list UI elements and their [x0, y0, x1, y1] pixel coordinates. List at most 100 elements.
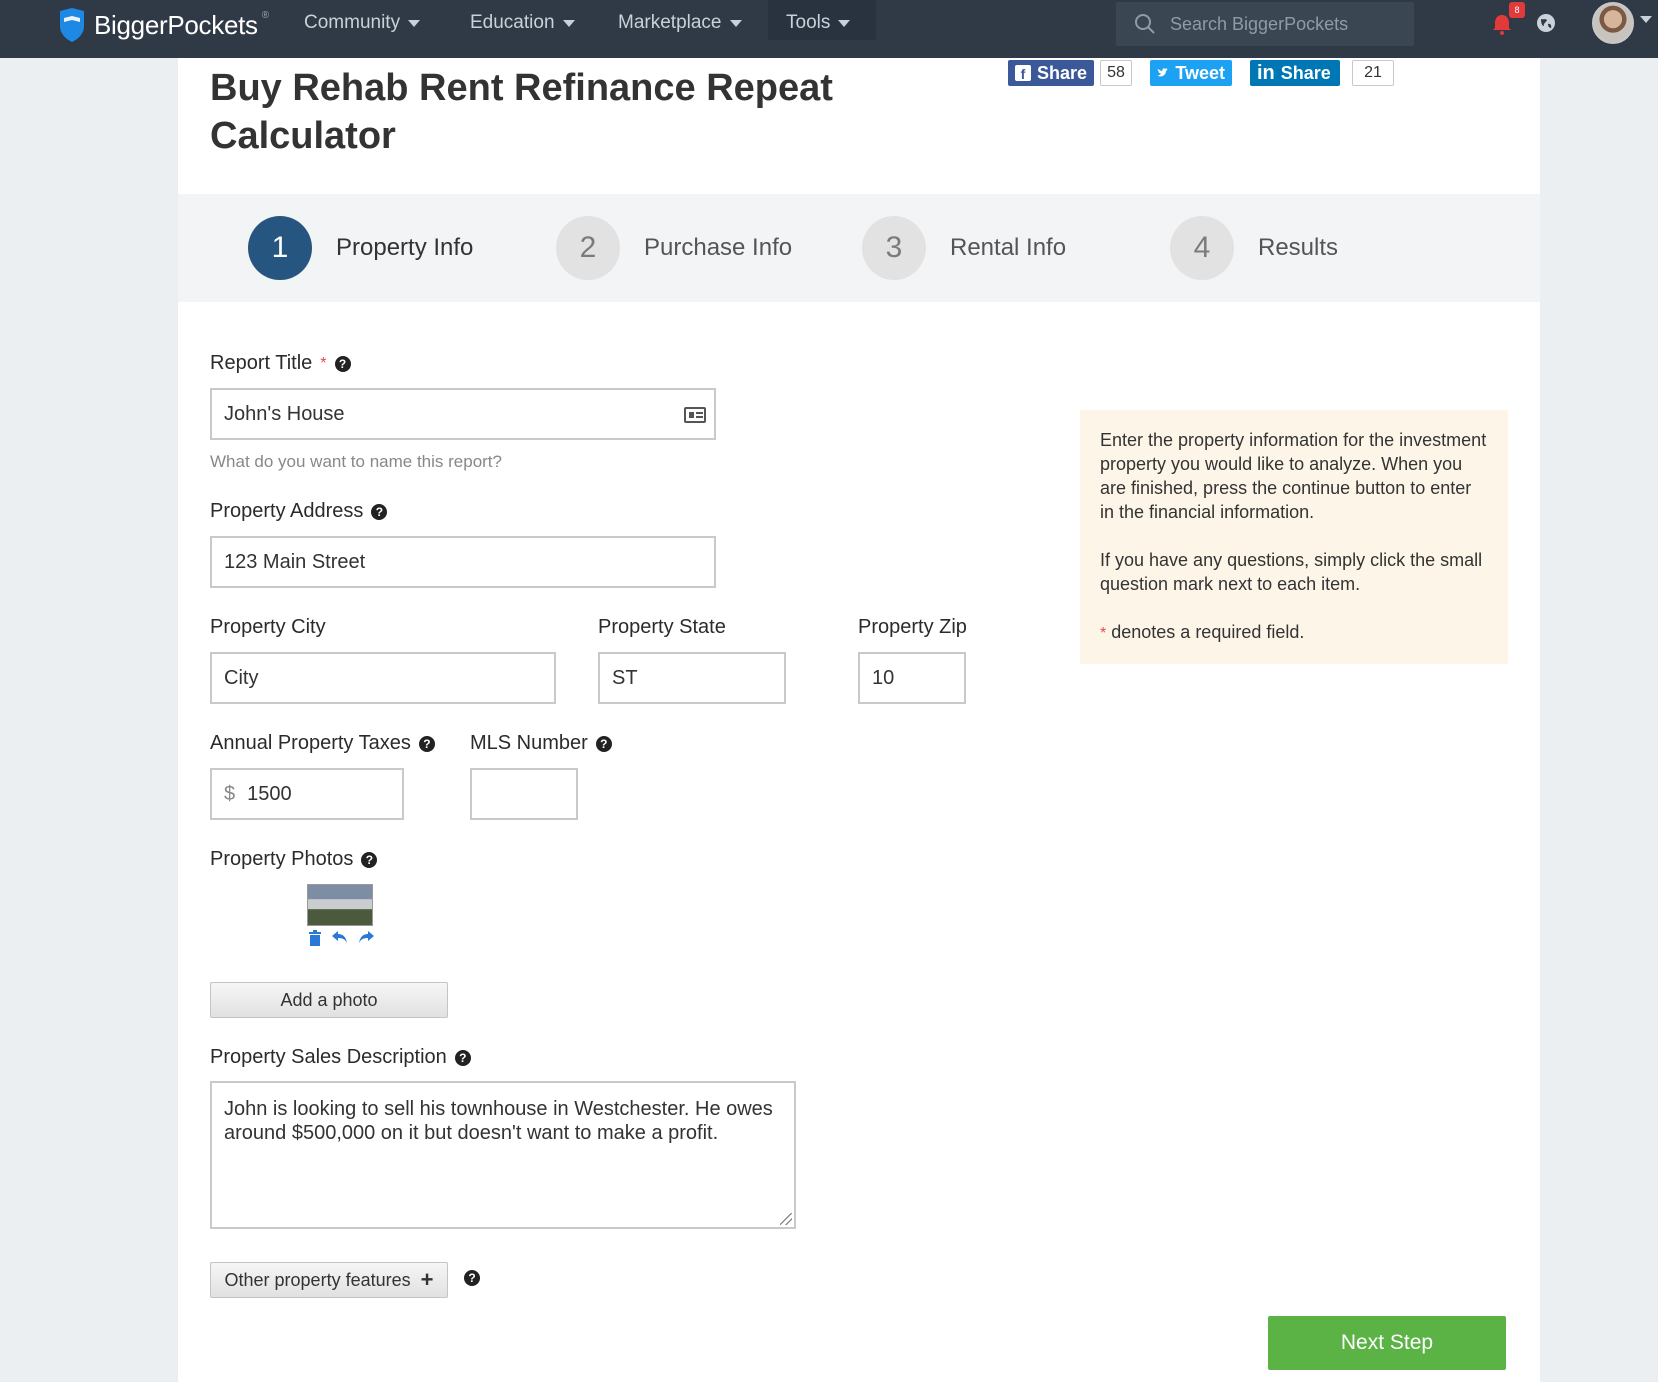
resize-handle-icon[interactable] [780, 1213, 792, 1225]
report-title-value: John's House [224, 402, 345, 425]
property-city-input[interactable]: City [210, 652, 556, 704]
plus-icon: + [420, 1267, 434, 1292]
property-zip-input[interactable]: 10 [858, 652, 966, 704]
next-step-button[interactable]: Next Step [1268, 1316, 1506, 1370]
help-icon[interactable]: ? [454, 1049, 471, 1066]
mls-number-label: MLS Number ? [470, 732, 612, 755]
brand-logo[interactable]: BiggerPockets ® [58, 8, 273, 42]
page-title: Buy Rehab Rent Refinance Repeat Calculat… [210, 67, 833, 157]
property-state-label-text: Property State [598, 616, 726, 638]
contact-card-icon[interactable] [684, 407, 706, 423]
instructions-paragraph: Enter the property information for the i… [1100, 430, 1487, 522]
sales-description-value: John is looking to sell his townhouse in… [224, 1098, 773, 1144]
calculator-card: Buy Rehab Rent Refinance Repeat Calculat… [178, 58, 1540, 1382]
step-number: 4 [1170, 216, 1234, 280]
property-zip-value: 10 [872, 666, 895, 689]
required-note-text: denotes a required field. [1111, 622, 1305, 642]
nav-tools[interactable]: Tools [786, 10, 851, 36]
mls-number-label-text: MLS Number [470, 732, 588, 754]
property-address-value: 123 Main Street [224, 550, 366, 573]
other-features-button[interactable]: Other property features + [210, 1262, 448, 1298]
linkedin-share-button[interactable]: in Share [1250, 60, 1340, 86]
search-placeholder: Search BiggerPockets [1170, 13, 1349, 34]
help-icon[interactable]: ? [595, 735, 612, 752]
sales-description-label: Property Sales Description ? [210, 1046, 471, 1069]
help-icon[interactable]: ? [371, 503, 388, 520]
step-number: 1 [248, 216, 312, 280]
nav-community[interactable]: Community [304, 10, 421, 36]
property-city-label: Property City [210, 616, 326, 639]
rotate-left-icon[interactable] [332, 930, 348, 944]
property-photos-label-text: Property Photos [210, 848, 354, 870]
help-icon[interactable]: ? [464, 1270, 480, 1286]
step-number: 3 [862, 216, 926, 280]
step-number: 2 [556, 216, 620, 280]
other-features-label: Other property features [224, 1269, 411, 1290]
mls-number-input[interactable] [470, 768, 578, 820]
help-icon[interactable]: ? [361, 851, 378, 868]
chevron-down-icon [408, 19, 421, 27]
property-zip-label-text: Property Zip [858, 616, 967, 638]
add-photo-button[interactable]: Add a photo [210, 982, 448, 1018]
property-state-input[interactable]: ST [598, 652, 786, 704]
property-photo-thumbnail[interactable] [307, 884, 373, 926]
step-label: Property Info [336, 234, 474, 261]
linkedin-icon: in [1257, 61, 1275, 84]
annual-taxes-value: 1500 [247, 782, 292, 805]
trash-icon[interactable] [308, 930, 322, 946]
step-label: Purchase Info [644, 234, 793, 261]
chevron-down-icon [838, 19, 851, 27]
property-state-label: Property State [598, 616, 726, 639]
report-title-label: Report Title * ? [210, 352, 351, 375]
search-icon [1135, 14, 1155, 34]
linkedin-share-count: 21 [1352, 60, 1394, 86]
help-icon[interactable]: ? [334, 355, 351, 372]
facebook-share-count: 58 [1100, 60, 1132, 86]
nav-marketplace[interactable]: Marketplace [618, 10, 742, 36]
rotate-right-icon[interactable] [358, 930, 374, 944]
top-navigation: BiggerPockets ® Community Education Mark… [0, 0, 1658, 58]
step-rental-info[interactable]: 3 Rental Info [862, 216, 1066, 280]
linkedin-share-label: Share [1280, 62, 1331, 83]
property-state-value: ST [612, 666, 638, 689]
step-label: Results [1258, 234, 1339, 261]
facebook-share-label: Share [1036, 62, 1087, 83]
search-input[interactable]: Search BiggerPockets [1116, 2, 1414, 46]
step-property-info[interactable]: 1 Property Info [248, 216, 473, 280]
step-results[interactable]: 4 Results [1170, 216, 1338, 280]
property-address-label: Property Address ? [210, 500, 388, 523]
step-purchase-info[interactable]: 2 Purchase Info [556, 216, 792, 280]
report-title-input[interactable]: John's House [210, 388, 716, 440]
annual-taxes-label: Annual Property Taxes ? [210, 732, 435, 755]
required-marker: * [1100, 625, 1107, 642]
property-address-input[interactable]: 123 Main Street [210, 536, 716, 588]
user-avatar[interactable] [1592, 2, 1634, 44]
step-progress: 1 Property Info 2 Purchase Info 3 Rental… [178, 194, 1540, 302]
chevron-down-icon [562, 19, 575, 27]
help-icon[interactable]: ? [418, 735, 435, 752]
sales-description-textarea[interactable]: John is looking to sell his townhouse in… [210, 1081, 796, 1229]
annual-taxes-input[interactable]: $ 1500 [210, 768, 404, 820]
chevron-down-icon[interactable] [1640, 16, 1652, 23]
twitter-tweet-button[interactable]: Tweet [1150, 60, 1232, 86]
instructions-paragraph: If you have any questions, simply click … [1100, 550, 1483, 594]
sales-description-label-text: Property Sales Description [210, 1046, 447, 1068]
brand-name: BiggerPockets [94, 9, 258, 40]
nav-education[interactable]: Education [470, 10, 575, 36]
twitter-tweet-label: Tweet [1175, 62, 1225, 83]
property-zip-label: Property Zip [858, 616, 967, 639]
nav-community-label: Community [304, 12, 401, 33]
dollar-prefix: $ [224, 782, 236, 805]
globe-icon[interactable] [1535, 12, 1557, 34]
nav-tools-label: Tools [786, 12, 831, 33]
instructions-panel: Enter the property information for the i… [1080, 410, 1508, 664]
shield-logo-icon [60, 8, 84, 42]
property-city-value: City [224, 666, 259, 689]
facebook-icon: f [1015, 65, 1031, 82]
required-marker: * [320, 354, 327, 372]
facebook-share-button[interactable]: f Share [1008, 60, 1094, 86]
report-title-label-text: Report Title [210, 352, 313, 374]
property-address-label-text: Property Address [210, 500, 364, 522]
report-title-hint: What do you want to name this report? [210, 452, 502, 471]
nav-marketplace-label: Marketplace [618, 12, 722, 33]
